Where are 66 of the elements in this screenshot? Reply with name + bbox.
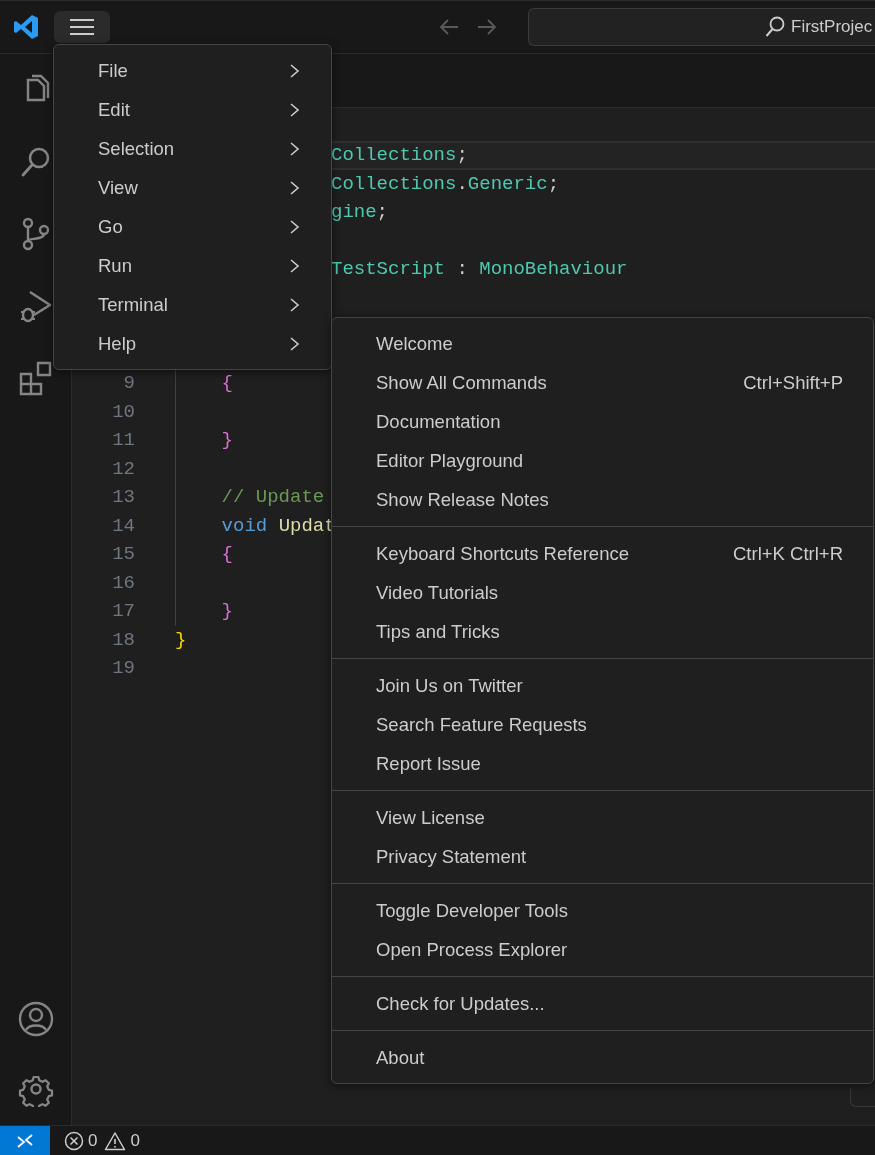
- extensions-icon[interactable]: [17, 360, 54, 396]
- code-token: Collections: [331, 172, 457, 195]
- menu-item[interactable]: View: [54, 168, 331, 207]
- line-number: 15: [112, 543, 135, 566]
- menu-item[interactable]: Terminal: [54, 285, 331, 324]
- menu-item[interactable]: Tips and Tricks: [332, 612, 873, 651]
- line-number: 10: [112, 400, 135, 423]
- code-token: }: [221, 429, 233, 452]
- line-number: 17: [112, 600, 135, 623]
- menu-icon: [69, 18, 95, 36]
- menu-item[interactable]: Selection: [54, 129, 331, 168]
- code-token: .: [456, 172, 468, 195]
- error-icon: [64, 1130, 84, 1151]
- menu-item[interactable]: About: [332, 1038, 873, 1077]
- remote-button[interactable]: [0, 1126, 50, 1155]
- menu-item[interactable]: Welcome: [332, 324, 873, 363]
- shortcut-label: Ctrl+K Ctrl+R: [733, 542, 843, 565]
- code-token: Generic: [467, 172, 548, 195]
- command-search-field[interactable]: FirstProjec: [528, 8, 875, 46]
- menu-item[interactable]: Open Process Explorer: [332, 930, 873, 969]
- editor-logo: [13, 14, 39, 40]
- code-token: TestScript: [331, 258, 446, 281]
- menu-item[interactable]: Keyboard Shortcuts Reference Ctrl+K Ctrl+R: [332, 534, 873, 573]
- menu-item[interactable]: Run: [54, 246, 331, 285]
- warning-icon: [104, 1130, 127, 1151]
- code-token: {: [221, 372, 233, 395]
- code-token: ;: [456, 144, 468, 167]
- code-token: void: [221, 514, 268, 537]
- menu-item[interactable]: Documentation: [332, 402, 873, 441]
- code-token: Collections: [331, 144, 457, 167]
- menu-item[interactable]: Privacy Statement: [332, 837, 873, 876]
- shortcut-label: Ctrl+Shift+P: [743, 371, 843, 394]
- line-number: 14: [112, 514, 135, 537]
- menu-item[interactable]: Join Us on Twitter: [332, 666, 873, 705]
- line-number: 18: [112, 628, 135, 651]
- menu-item[interactable]: Report Issue: [332, 744, 873, 783]
- menu-item[interactable]: Check for Updates...: [332, 984, 873, 1023]
- account-icon[interactable]: [17, 1001, 54, 1037]
- line-number: 19: [112, 657, 135, 680]
- code-token: MonoBehaviour: [479, 258, 628, 281]
- problems-button[interactable]: 0 0: [64, 1130, 140, 1151]
- menu-item[interactable]: File: [54, 51, 331, 90]
- code-token: ;: [376, 201, 388, 224]
- code-token: }: [175, 628, 187, 651]
- menu-item[interactable]: Toggle Developer Tools: [332, 891, 873, 930]
- menu-button[interactable]: [54, 11, 110, 43]
- menu-item[interactable]: Search Feature Requests: [332, 705, 873, 744]
- line-number: 11: [112, 429, 135, 452]
- menu-item[interactable]: Show All Commands Ctrl+Shift+P: [332, 363, 873, 402]
- line-number: 16: [112, 571, 135, 594]
- code-token: ;: [547, 172, 560, 195]
- line-number: 13: [112, 486, 135, 509]
- code-token: {: [221, 543, 233, 566]
- code-token: // Update: [221, 486, 325, 509]
- search-icon: [765, 16, 785, 38]
- code-token: }: [221, 600, 233, 623]
- code-token: :: [456, 258, 469, 281]
- code-token: gine: [331, 201, 377, 224]
- menu-item[interactable]: Help: [54, 324, 331, 363]
- menu-item[interactable]: Go: [54, 207, 331, 246]
- menu-item[interactable]: Video Tutorials: [332, 573, 873, 612]
- menu-item[interactable]: Editor Playground: [332, 441, 873, 480]
- line-number: 12: [112, 457, 135, 480]
- menu-item[interactable]: View License: [332, 798, 873, 837]
- line-number: 9: [123, 372, 135, 395]
- menu-item[interactable]: Edit: [54, 90, 331, 129]
